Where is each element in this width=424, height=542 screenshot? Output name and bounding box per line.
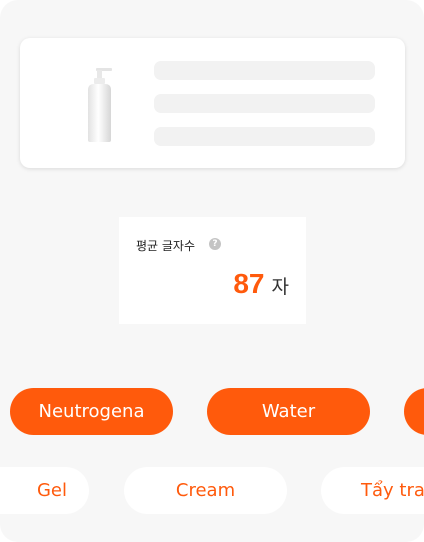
avg-char-count-value: 87 (233, 268, 265, 299)
skeleton-line-3 (154, 127, 375, 146)
keyword-chip-gel[interactable]: Gel (0, 467, 89, 514)
skeleton-line-2 (154, 94, 375, 113)
avg-char-count-unit: 자 (271, 276, 289, 298)
avg-char-count-card: 평균 글자수 ? 87 자 (119, 217, 306, 324)
review-summary-panel: 평균 글자수 ? 87 자 Neutrogena Water Gel Cream… (0, 0, 424, 542)
keyword-chip-cream[interactable]: Cream (124, 467, 287, 514)
question-mark-icon[interactable]: ? (209, 238, 221, 250)
skeleton-line-1 (154, 61, 375, 80)
keyword-chip-tay-trang[interactable]: Tẩy tran (321, 467, 424, 514)
avg-char-count-row: 87 자 (233, 268, 289, 300)
keyword-chip-partial[interactable] (404, 388, 424, 435)
keyword-chip-neutrogena[interactable]: Neutrogena (10, 388, 173, 435)
keyword-chip-water[interactable]: Water (207, 388, 370, 435)
lotion-bottle-image (88, 68, 112, 142)
avg-char-count-label: 평균 글자수 (136, 239, 196, 253)
product-card[interactable] (20, 38, 405, 168)
